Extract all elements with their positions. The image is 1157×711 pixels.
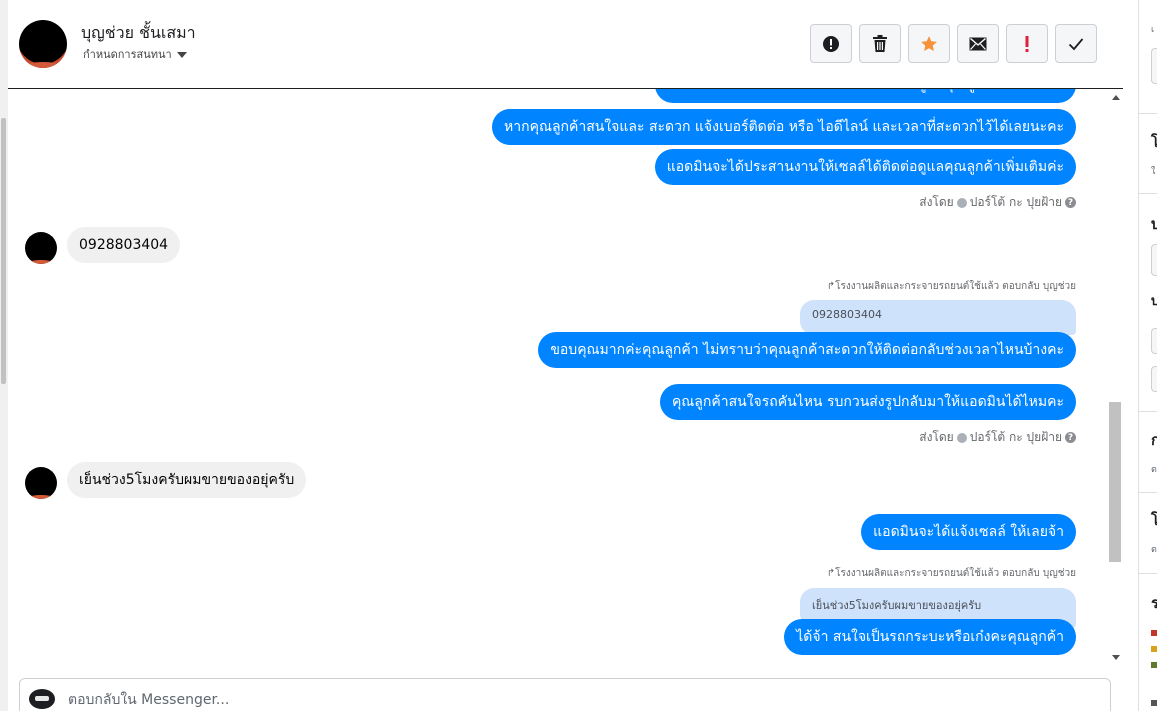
outgoing-message[interactable]: แอดมินจะได้ประสานงานให้เซลล์ได้ติดต่อดูแ… [654, 89, 1076, 103]
header-actions [810, 24, 1097, 63]
thread-scrollbar[interactable] [1107, 89, 1123, 666]
reply-meta: ↱โรงงานผลิตและกระจายรถยนต์ใช้แล้ว ตอบกลั… [827, 566, 1076, 581]
panel-section-heading: ร [1151, 594, 1157, 612]
report-icon [823, 35, 839, 52]
incoming-message[interactable]: 0928803404 [67, 227, 181, 263]
panel-text-fragment: ต [1151, 545, 1157, 555]
sender-avatar-icon [956, 432, 967, 443]
conversation-settings-label: กำหนดการสนทนา [83, 48, 172, 61]
check-icon [1068, 37, 1084, 50]
outgoing-message[interactable]: คุณลูกค้าสนใจรถคันไหน รบกวนส่งรูปกลับมาใ… [659, 384, 1076, 420]
outgoing-message[interactable]: แอดมินจะได้ประสานงานให้เซลล์ได้ติดต่อดูแ… [654, 149, 1076, 185]
panel-section-heading: โ [1151, 133, 1157, 151]
message-thread[interactable]: แอดมินจะได้ประสานงานให้เซลล์ได้ติดต่อดูแ… [8, 89, 1123, 666]
follow-up-button[interactable] [1006, 24, 1048, 63]
reply-input[interactable] [68, 689, 968, 711]
outgoing-message[interactable]: หากคุณลูกค้าสนใจและ สะดวก แจ้งเบอร์ติดต่… [492, 109, 1076, 145]
quoted-message[interactable]: 0928803404 [800, 300, 1076, 335]
conversation-header: บุญช่วย ชั้นเสมา กำหนดการสนทนา [8, 0, 1123, 89]
contact-avatar-small[interactable] [25, 232, 57, 264]
sender-name[interactable]: ปอร์โต้ กะ ปุยฝ้าย [970, 428, 1062, 447]
panel-text-fragment: เ [1151, 25, 1155, 35]
panel-input-field[interactable] [1151, 244, 1157, 276]
scroll-down-arrow-icon[interactable] [1112, 655, 1120, 660]
delete-button[interactable] [859, 24, 901, 63]
sender-name[interactable]: ปอร์โต้ กะ ปุยฝ้าย [970, 193, 1062, 212]
mark-unread-button[interactable] [957, 24, 999, 63]
star-icon [921, 35, 937, 51]
conversation-settings-dropdown[interactable]: กำหนดการสนทนา [83, 45, 187, 63]
reply-composer[interactable] [19, 678, 1111, 711]
reply-meta-text: โรงงานผลิตและกระจายรถยนต์ใช้แล้ว ตอบกลับ… [835, 281, 1076, 292]
panel-input-field[interactable] [1151, 366, 1157, 392]
trash-icon [873, 34, 887, 52]
panel-divider [1139, 411, 1157, 412]
left-scrollbar-thumb[interactable] [1, 118, 6, 384]
incoming-message[interactable]: เย็นช่วง5โมงครับผมขายของอยุ่ครับ [67, 462, 307, 498]
panel-text-fragment: ใ [1151, 167, 1156, 177]
report-button[interactable] [810, 24, 852, 63]
panel-input-field[interactable] [1151, 328, 1157, 354]
scroll-up-arrow-icon[interactable] [1112, 95, 1120, 100]
mail-icon [969, 37, 987, 50]
sent-by-label: ส่งโดย [919, 430, 954, 444]
done-button[interactable] [1055, 24, 1097, 63]
help-icon[interactable]: ? [1065, 197, 1076, 208]
product-thumbnail[interactable] [1151, 646, 1157, 652]
panel-section-heading: ก [1151, 431, 1157, 449]
panel-divider [1139, 492, 1157, 493]
messenger-inbox: บุญช่วย ชั้นเสมา กำหนดการสนทนา หากคุณลูก… [0, 0, 1157, 711]
reply-arrow-icon: ↱ [826, 568, 836, 579]
caret-down-icon [176, 51, 187, 58]
sent-by-info: ส่งโดย ปอร์โต้ กะ ปุยฝ้าย ? [919, 428, 1076, 447]
exclamation-icon [1025, 35, 1029, 52]
page-avatar-icon [29, 689, 55, 709]
reply-meta: ↱โรงงานผลิตและกระจายรถยนต์ใช้แล้ว ตอบกลั… [827, 279, 1076, 294]
product-thumbnail[interactable] [1151, 630, 1157, 636]
outgoing-message[interactable]: ได้จ้า สนใจเป็นรถกระบะหรือเก๋งคะคุณลูกค้… [784, 619, 1076, 655]
outgoing-message[interactable]: ขอบคุณมากค่ะคุณลูกค้า ไม่ทราบว่าคุณลูกค้… [538, 332, 1076, 368]
outgoing-message[interactable]: แอดมินจะได้แจ้งเซลล์ ให้เลยจ้า [861, 514, 1076, 550]
contact-name[interactable]: บุญช่วย ชั้นเสมา [81, 21, 196, 46]
customer-info-panel: เ โ ใ บ บ ก ต โ ต ร [1138, 0, 1157, 711]
sent-by-label: ส่งโดย [919, 195, 954, 209]
help-icon[interactable]: ? [1065, 432, 1076, 443]
sent-by-info: ส่งโดย ปอร์โต้ กะ ปุยฝ้าย ? [919, 193, 1076, 212]
star-button[interactable] [908, 24, 950, 63]
contact-avatar-small[interactable] [25, 467, 57, 499]
left-scrollbar[interactable] [0, 0, 8, 711]
product-thumbnail[interactable] [1151, 662, 1157, 668]
panel-section-heading: โ [1151, 511, 1157, 529]
product-thumbnail[interactable] [1151, 700, 1157, 706]
panel-text-fragment: ต [1151, 465, 1157, 475]
panel-divider [1139, 193, 1157, 194]
reply-meta-text: โรงงานผลิตและกระจายรถยนต์ใช้แล้ว ตอบกลับ… [835, 568, 1076, 579]
sender-avatar-icon [956, 197, 967, 208]
thread-scrollbar-thumb[interactable] [1109, 402, 1121, 562]
reply-arrow-icon: ↱ [826, 281, 836, 292]
contact-avatar[interactable] [19, 20, 67, 68]
panel-divider [1139, 113, 1157, 114]
panel-section-heading: บ [1151, 215, 1157, 233]
panel-section-heading: บ [1151, 294, 1157, 309]
panel-input-field[interactable] [1151, 48, 1157, 84]
panel-divider [1139, 573, 1157, 574]
